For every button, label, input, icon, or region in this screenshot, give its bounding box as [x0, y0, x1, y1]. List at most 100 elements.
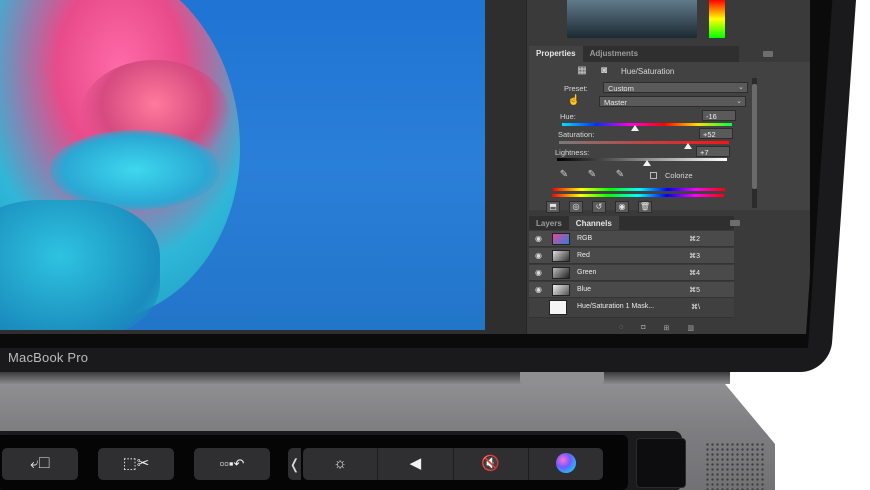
hue-slider-track[interactable]: [562, 123, 732, 126]
mute-icon: 🔇: [481, 455, 500, 472]
properties-footer: ⬒ ◎ ↺ ◉ 🗑: [542, 201, 725, 215]
select-subject-button[interactable]: ⬚✂: [98, 448, 174, 480]
channel-row[interactable]: ◉ Blue ⌘5: [529, 282, 734, 298]
mask-icon[interactable]: ◙: [595, 64, 613, 78]
tab-channels[interactable]: Channels: [568, 216, 619, 230]
preset-label: Preset:: [564, 84, 588, 93]
eyedropper-minus-icon[interactable]: ✎: [611, 168, 629, 182]
channel-name: Blue: [577, 286, 592, 293]
visibility-eye-icon[interactable]: ◉: [535, 251, 542, 260]
history-undo-button[interactable]: ▫▫▪↶: [194, 448, 270, 480]
colorize-label: Colorize: [665, 171, 693, 180]
screen-mode-icon: ⤶☐: [30, 455, 50, 472]
eyedropper-plus-icon[interactable]: ✎: [583, 168, 601, 182]
brand-label: MacBook Pro: [8, 350, 89, 365]
channel-shortcut: ⌘3: [689, 253, 700, 260]
channel-name: RGB: [577, 235, 593, 242]
new-channel-icon[interactable]: ⊞: [664, 324, 670, 334]
visibility-eye-icon[interactable]: ◉: [535, 268, 542, 277]
color-picker-field[interactable]: [567, 0, 697, 38]
siri-icon: [555, 452, 576, 473]
clip-to-layer-icon[interactable]: ⬒: [546, 201, 560, 213]
properties-tabbar: Properties Adjustments: [529, 46, 739, 62]
channel-thumbnail: [552, 267, 570, 279]
saturation-label: Saturation:: [558, 130, 595, 139]
channel-row[interactable]: ◉ Green ⌘4: [529, 265, 734, 281]
channel-name: Hue/Saturation 1 Mask...: [577, 303, 655, 310]
control-strip: ☼ ◀ 🔇: [303, 448, 603, 480]
portrait-lips: [50, 130, 220, 210]
brightness-button[interactable]: ☼: [303, 448, 377, 480]
panel-dock-strip: [487, 0, 527, 334]
scrollbar-thumb[interactable]: [752, 84, 757, 189]
visibility-eye-icon[interactable]: ◉: [615, 201, 629, 213]
channels-menu-icon[interactable]: [730, 220, 740, 226]
channel-shortcut: ⌘5: [689, 287, 700, 294]
chevron-down-icon: ⌄: [736, 98, 742, 105]
layers-tabbar: Layers Channels: [529, 216, 734, 230]
tab-properties[interactable]: Properties: [529, 46, 583, 62]
saturation-value-field[interactable]: +52: [699, 128, 733, 139]
hinge-notch: [520, 372, 604, 384]
trash-icon[interactable]: 🗑: [638, 201, 652, 213]
lightness-label: Lightness:: [555, 148, 590, 157]
eyedropper-icon[interactable]: ✎: [555, 168, 573, 182]
portrait-chin: [0, 200, 160, 330]
brightness-icon: ☼: [333, 455, 347, 472]
colorize-checkbox[interactable]: [650, 172, 657, 179]
load-selection-icon[interactable]: ◌: [619, 324, 623, 334]
channel-row[interactable]: ◉ Red ⌘3: [529, 248, 734, 264]
targeted-adjustment-hand-icon[interactable]: ☝: [565, 94, 583, 108]
hue-slider-knob[interactable]: [631, 125, 640, 131]
mask-thumbnail: [549, 300, 567, 315]
properties-scrollbar[interactable]: [752, 78, 757, 208]
saturation-slider-knob[interactable]: [684, 143, 693, 149]
color-hue-strip[interactable]: [709, 0, 725, 38]
channel-thumbnail: [552, 233, 570, 245]
tab-layers[interactable]: Layers: [529, 216, 569, 230]
volume-button[interactable]: ◀: [377, 448, 452, 480]
siri-button[interactable]: [527, 448, 603, 480]
undo-history-icon: ▫▫▪↶: [219, 456, 245, 471]
lightness-slider-knob[interactable]: [643, 160, 652, 166]
screen-mode-button[interactable]: ⤶☐: [2, 448, 78, 480]
output-spectrum-bar: [552, 194, 724, 197]
channel-row[interactable]: Hue/Saturation 1 Mask... ⌘\: [529, 298, 734, 318]
hue-value-field[interactable]: -16: [702, 110, 736, 121]
input-spectrum-bar: [553, 188, 725, 191]
trash-icon[interactable]: ▥: [687, 324, 694, 334]
mute-button[interactable]: 🔇: [452, 448, 528, 480]
lightness-slider-track[interactable]: [557, 158, 727, 161]
tab-adjustments[interactable]: Adjustments: [583, 46, 645, 62]
hinge: [0, 372, 730, 384]
channel-row[interactable]: ◉ RGB ⌘2: [529, 231, 734, 247]
channel-name: Green: [577, 269, 597, 276]
chevron-left-icon: ❬: [288, 456, 301, 472]
channel-name: Red: [577, 252, 590, 259]
channel-range-dropdown[interactable]: Master ⌄: [599, 96, 746, 107]
hue-label: Hue:: [560, 112, 576, 121]
visibility-eye-icon[interactable]: ◉: [535, 234, 542, 243]
touch-id-button[interactable]: [636, 438, 686, 488]
adjustment-layer-icon: ▦: [577, 65, 587, 76]
reset-icon[interactable]: ↺: [592, 201, 606, 213]
volume-down-icon: ◀: [409, 455, 422, 472]
channel-shortcut: ⌘\: [691, 304, 700, 311]
adjustment-title: Hue/Saturation: [621, 67, 675, 76]
image-canvas[interactable]: [0, 0, 485, 330]
preset-dropdown[interactable]: Custom ⌄: [603, 82, 748, 93]
visibility-eye-icon[interactable]: ◉: [535, 285, 542, 294]
saturation-slider-track[interactable]: [559, 141, 729, 144]
channel-thumbnail: [552, 284, 570, 296]
view-previous-icon[interactable]: ◎: [569, 201, 583, 213]
speaker-grille: [705, 442, 765, 490]
save-selection-icon[interactable]: ◘: [641, 324, 645, 334]
preset-value: Custom: [608, 84, 634, 93]
panel-menu-icon[interactable]: [763, 51, 773, 57]
channel-shortcut: ⌘2: [689, 236, 700, 243]
channel-range-value: Master: [604, 98, 627, 107]
photoshop-panels: Properties Adjustments ▦ ◙ Hue/Saturatio…: [487, 0, 810, 334]
control-strip-collapse-button[interactable]: ❬: [288, 448, 301, 480]
lightness-value-field[interactable]: +7: [696, 146, 730, 157]
channel-shortcut: ⌘4: [689, 270, 700, 277]
